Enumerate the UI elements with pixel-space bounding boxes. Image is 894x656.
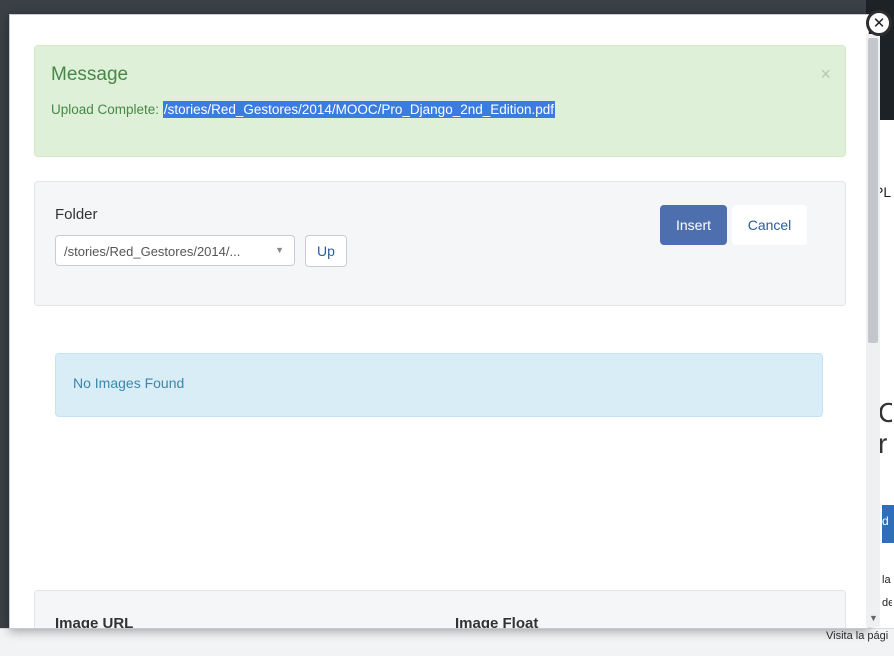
image-properties-panel: Image URL Image Float (34, 590, 846, 629)
media-manager-modal: Message Upload Complete: /stories/Red_Ge… (9, 14, 869, 629)
alert-message-prefix: Upload Complete: (51, 102, 163, 117)
folder-select[interactable]: /stories/Red_Gestores/2014/... ▼ (55, 235, 295, 266)
scrollbar-thumb[interactable] (868, 38, 878, 343)
folder-label: Folder (55, 206, 98, 223)
modal-scrollbar[interactable]: ▼ (866, 34, 880, 627)
image-url-label: Image URL (55, 615, 134, 629)
no-images-message: No Images Found (73, 375, 185, 391)
insert-button[interactable]: Insert (660, 205, 727, 245)
up-button[interactable]: Up (305, 235, 347, 267)
background-footer (0, 628, 894, 656)
background-text-fragment: de (882, 597, 892, 609)
upload-success-alert: Message Upload Complete: /stories/Red_Ge… (34, 45, 846, 157)
background-text-fragment: r (878, 428, 888, 459)
cancel-button[interactable]: Cancel (732, 205, 807, 245)
background-text-fragment: la (882, 574, 891, 586)
close-circle-icon[interactable]: ✕ (866, 10, 892, 36)
alert-message: Upload Complete: /stories/Red_Gestores/2… (51, 101, 556, 118)
alert-title: Message (51, 64, 129, 85)
modal-body: Message Upload Complete: /stories/Red_Ge… (10, 15, 868, 628)
chevron-down-icon: ▼ (275, 245, 284, 255)
alert-close-icon[interactable]: × (820, 64, 831, 85)
folder-panel: Folder /stories/Red_Gestores/2014/... ▼ … (34, 181, 846, 306)
background-footer-text: Visita la pági (826, 630, 889, 642)
background-text-fragment: C (878, 397, 892, 428)
image-float-label: Image Float (455, 615, 539, 629)
scroll-down-arrow-icon[interactable]: ▼ (869, 613, 878, 623)
no-images-alert: No Images Found (55, 353, 823, 417)
folder-select-value: /stories/Red_Gestores/2014/... (64, 244, 241, 259)
uploaded-file-path[interactable]: /stories/Red_Gestores/2014/MOOC/Pro_Djan… (162, 101, 556, 118)
background-text-fragment: d (882, 514, 889, 528)
